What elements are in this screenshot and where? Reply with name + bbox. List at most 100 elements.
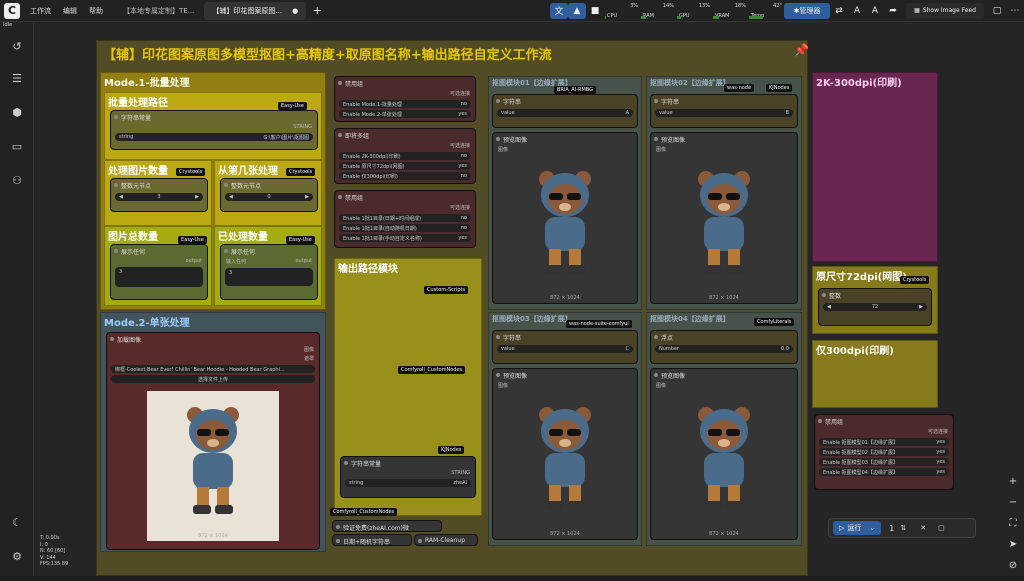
mountain-icon[interactable]: ▲ xyxy=(568,2,586,19)
node-m1-string[interactable]: 字符串 value A xyxy=(492,94,638,128)
run-button[interactable]: ▷ 运行 ⌄ xyxy=(833,521,882,535)
moon-icon[interactable]: ☾ xyxy=(10,516,24,530)
bypass2-row-0[interactable]: Enable 2K-300dpi(印刷) no xyxy=(339,152,471,160)
zoom-in-icon[interactable]: + xyxy=(1006,476,1020,490)
new-tab-button[interactable]: + xyxy=(308,3,326,19)
node-output-string[interactable]: 字符串常量 STRING string zheAI xyxy=(340,456,476,498)
m4-bear-image xyxy=(679,399,769,521)
gpu-monitor: 13% GPU xyxy=(677,2,710,19)
tab-workflow-2[interactable]: 【辅】印花图案原图... ● xyxy=(204,1,307,20)
fit-view-icon[interactable]: ⛶ xyxy=(1006,518,1020,532)
node-load-file[interactable]: 绑框-Coolest Bear Ever! Chillin' Bear Hood… xyxy=(111,365,315,373)
node-bypass-matting[interactable]: 禁用组 可选连接 Enable 抠图模型01【边缘扩展】 yes Enable 抠… xyxy=(814,414,954,490)
bypass4-row-2[interactable]: Enable 抠图模型03【边缘扩展】 yes xyxy=(819,458,949,466)
m4-field[interactable]: Number 0.0 xyxy=(655,345,793,353)
bypass3-row-1[interactable]: Enable 1批1目录(自动随机日期) no xyxy=(339,224,471,232)
model-icon[interactable]: ⚇ xyxy=(10,174,24,188)
gpu-bar xyxy=(677,15,682,19)
node-load-image[interactable]: 加载图像 图像 遮罩 绑框-Coolest Bear Ever! Chillin… xyxy=(106,332,320,550)
node-processed-ports: 输入任何 output xyxy=(226,258,312,265)
badge-7: KJNodes xyxy=(438,446,465,454)
bypass4-row-1[interactable]: Enable 抠图模型02【边缘扩展】 yes xyxy=(819,448,949,456)
node-batch-string[interactable]: 字符串常量 STRING string G:\客户\图片\抠图图 xyxy=(110,110,318,150)
share-icon[interactable]: ➦ xyxy=(884,3,902,19)
bypass1-row-1[interactable]: Enable Mode.2-单张处理 yes xyxy=(339,110,471,118)
node-m4-float[interactable]: 浮点 Number 0.0 xyxy=(650,330,798,364)
node-batch-field[interactable]: string G:\客户\图片\抠图图 xyxy=(115,133,313,141)
m3-field[interactable]: value C xyxy=(497,345,633,353)
m2-field[interactable]: value B xyxy=(655,109,793,117)
bookmark-icon[interactable]: ■ xyxy=(586,3,604,19)
node-note-verify[interactable]: 验证免费(zheAI.com)微 xyxy=(332,520,442,532)
bypass3-row-2[interactable]: Enable 1批1目录(手动自定义名称) yes xyxy=(339,234,471,242)
tool-icon-b[interactable]: A xyxy=(866,3,884,19)
menu-help[interactable]: 帮助 xyxy=(89,6,103,16)
node-m3-string[interactable]: 字符串 value C xyxy=(492,330,638,364)
history-icon[interactable]: ↺ xyxy=(10,40,24,54)
node-note-date[interactable]: 日期+随机字符串 xyxy=(332,534,412,546)
badge-6: Comfyroll_CustomNodes xyxy=(398,366,466,374)
node-batch-out: STRING xyxy=(293,124,312,130)
bypass4-row-3[interactable]: Enable 抠图模型04【边缘扩展】 yes xyxy=(819,468,949,476)
node-m4-preview[interactable]: 预览图像 图像 872 × 1024 xyxy=(650,368,798,540)
bypass3-row-0[interactable]: Enable 1批1目录(日期+时间组成) no xyxy=(339,214,471,222)
node-m3-preview[interactable]: 预览图像 图像 872 × 1024 xyxy=(492,368,638,540)
zoom-out-icon[interactable]: − xyxy=(1006,497,1020,511)
note-verify-title: 验证免费(zheAI.com)微 xyxy=(333,521,441,531)
stat-nodes: N: 60 [60] xyxy=(40,548,66,554)
menu-workflow[interactable]: 工作流 xyxy=(30,6,51,16)
tool-icon-a[interactable]: A xyxy=(848,3,866,19)
node-nth-field[interactable]: ◀ 0 ▶ xyxy=(225,193,313,201)
node-m2-preview[interactable]: 预览图像 图像 872 × 1024 xyxy=(650,132,798,304)
node-bypass-output[interactable]: 即将多组 可选连接 Enable 2K-300dpi(印刷) no Enable … xyxy=(334,128,476,184)
swap-icon[interactable]: ⇄ xyxy=(830,3,848,19)
bypass2-row-2[interactable]: Enable 仅300dpi(印刷) no xyxy=(339,172,471,180)
close-icon[interactable]: ✕ xyxy=(920,524,926,532)
node-ram-cleanup[interactable]: RAM-Cleanup xyxy=(414,534,478,546)
int-72-field[interactable]: ◀ 72 ▶ xyxy=(823,303,927,311)
out-str-field[interactable]: string zheAI xyxy=(345,479,471,487)
hide-links-icon[interactable]: ⊘ xyxy=(1006,560,1020,574)
comfy-logo-icon[interactable]: C xyxy=(4,2,20,19)
node-nth[interactable]: 整数元节点 ◀ 0 ▶ xyxy=(220,178,318,212)
stop-icon[interactable]: ▢ xyxy=(938,524,945,532)
badge-13: Crystools xyxy=(900,276,930,284)
node-m1-preview[interactable]: 预览图像 图像 872 × 1024 xyxy=(492,132,638,304)
more-icon[interactable]: ⋯ xyxy=(1006,3,1024,19)
stepper-icon[interactable]: ⇅ xyxy=(900,524,906,532)
node-processed-title: 展示任何 xyxy=(221,245,317,257)
stat-fps: FPS:135.89 xyxy=(40,561,69,567)
tab-workflow-1[interactable]: 【本地专属定制】TE... xyxy=(115,2,202,20)
pointer-icon[interactable]: ➤ xyxy=(1006,539,1020,553)
bypass1-row-0[interactable]: Enable Mode.1-批量处理 no xyxy=(339,100,471,108)
expand-icon[interactable]: ▢ xyxy=(988,3,1006,19)
group-output-title: 输出路径模块 xyxy=(338,264,398,275)
node-load-out-image: 图像 xyxy=(303,347,314,353)
node-bypass-path[interactable]: 禁用组 可选连接 Enable 1批1目录(日期+时间组成) no Enable … xyxy=(334,190,476,248)
group-processed-title: 已处理数量 xyxy=(218,232,268,243)
group-2k: 2K-300dpi(印刷) xyxy=(812,72,938,262)
upload-button[interactable]: 选择文件上传 xyxy=(111,375,315,383)
node-m2-string[interactable]: 字符串 value B xyxy=(650,94,798,128)
m1-field[interactable]: value A xyxy=(497,109,633,117)
graph-canvas[interactable]: 【辅】印花图案原图多模型抠图+高精度+取原图名称+输出路径自定义工作流 📌 Mo… xyxy=(34,22,1024,576)
folder-icon[interactable]: ▭ xyxy=(10,140,24,154)
menu-edit[interactable]: 编辑 xyxy=(63,6,77,16)
node-total[interactable]: 展示任何 output 3 xyxy=(110,244,208,300)
node-int-72[interactable]: 整数 ◀ 72 ▶ xyxy=(818,288,932,326)
feed-button[interactable]: ▦ Show Image Feed xyxy=(906,2,984,19)
settings-gear-icon[interactable]: ⚙ xyxy=(10,550,24,564)
bypass4-row-0[interactable]: Enable 抠图模型01【边缘扩展】 yes xyxy=(819,438,949,446)
node-bypass-mode[interactable]: 禁用组 可选连接 Enable Mode.1-批量处理 no Enable Mod… xyxy=(334,76,476,122)
bypass2-row-1[interactable]: Enable 原尺寸72dpi(网图) yes xyxy=(339,162,471,170)
ram-bar xyxy=(641,15,646,19)
run-count[interactable]: 1 xyxy=(889,524,894,533)
pin-icon: 📌 xyxy=(794,43,809,57)
queue-icon[interactable]: ☰ xyxy=(10,72,24,86)
node-count-field[interactable]: ◀ 3 ▶ xyxy=(115,193,203,201)
node-count[interactable]: 整数元节点 ◀ 3 ▶ xyxy=(110,178,208,212)
translate-icon[interactable]: 文 xyxy=(550,2,568,19)
node-library-icon[interactable]: ⬢ xyxy=(10,106,24,120)
node-processed[interactable]: 展示任何 输入任何 output 3 xyxy=(220,244,318,300)
manager-button[interactable]: ✱ 管理器 xyxy=(784,2,830,19)
